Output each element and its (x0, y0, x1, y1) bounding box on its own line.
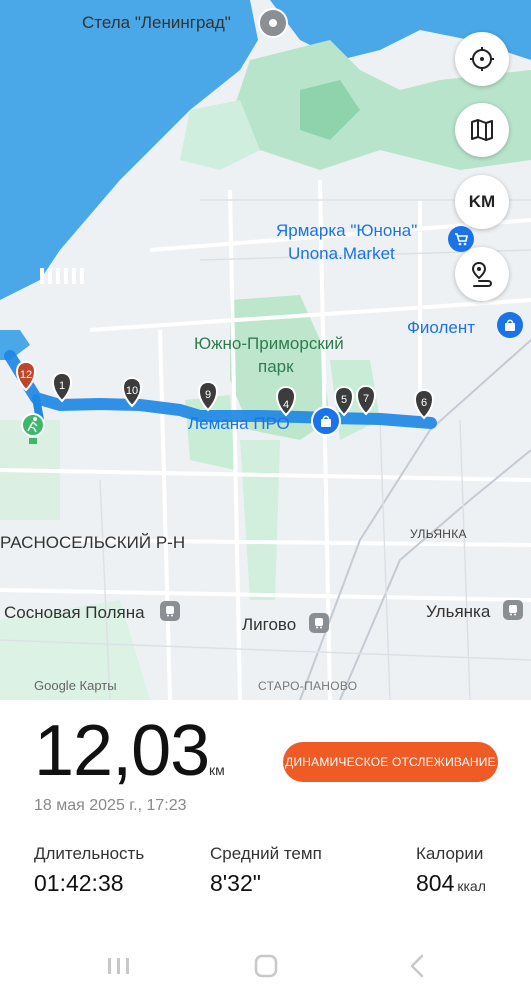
route-pin-icon (471, 261, 492, 287)
map-label-district: РАСНОСЕЛЬСКИЙ Р-Н (0, 533, 186, 552)
map-label-fiolent[interactable]: Фиолент (407, 318, 475, 338)
map-label-sosnovaya[interactable]: Сосновая Поляна (4, 603, 145, 623)
recent-apps-icon[interactable] (108, 958, 129, 974)
duration-label: Длительность (34, 844, 145, 863)
map-label-ulyanka[interactable]: Ульянка (426, 602, 490, 622)
train-icon[interactable] (160, 601, 180, 621)
landmark-pin-icon[interactable] (258, 8, 288, 38)
units-toggle-button[interactable]: KM (455, 175, 509, 229)
calories-unit: ккал (457, 878, 486, 894)
workout-datetime: 18 мая 2025 г., 17:23 (34, 797, 187, 814)
train-icon[interactable] (503, 600, 523, 620)
pace-label: Средний темп (210, 844, 322, 863)
map-label-unona[interactable]: Unona.Market (288, 244, 395, 264)
map-label-yarmarka[interactable]: Ярмарка "Юнона" (276, 221, 417, 241)
calories-value-group: 804 ккал (416, 870, 486, 897)
crosshair-icon (470, 47, 494, 71)
system-navigation-bar (0, 940, 531, 1000)
units-label: KM (468, 192, 496, 211)
map-label-ligovo[interactable]: Лигово (242, 615, 296, 635)
map-label-lemana[interactable]: Лемана ПРО (188, 414, 290, 434)
map-icon (471, 119, 493, 141)
map-label-stela: Стела "Ленинград" (82, 13, 231, 32)
map-view[interactable]: Стела "Ленинград" Ярмарка "Юнона" Unona.… (0, 0, 531, 701)
map-label-park: Южно-Приморский (194, 334, 344, 353)
train-icon[interactable] (309, 613, 329, 633)
map-label-staro-panovo: СТАРО-ПАНОВО (258, 679, 358, 693)
back-icon[interactable] (410, 954, 424, 978)
home-icon[interactable] (254, 954, 278, 978)
map-label-park-2: парк (258, 357, 294, 376)
dynamic-tracking-button[interactable]: ДИНАМИЧЕСКОЕ ОТСЛЕЖИВАНИЕ (283, 742, 498, 782)
distance-unit: км (209, 762, 225, 778)
pace-value: 8'32" (210, 870, 261, 896)
duration-value: 01:42:38 (34, 870, 124, 896)
shopping-bag-icon[interactable] (311, 406, 341, 436)
map-layers-button[interactable] (455, 103, 509, 157)
locate-button[interactable] (455, 32, 509, 86)
shopping-cart-icon[interactable] (448, 226, 474, 252)
distance-value: 12,03 (34, 711, 210, 791)
map-attribution: Google Карты (34, 678, 117, 693)
shopping-bag-icon[interactable] (497, 312, 523, 338)
calories-value: 804 (416, 870, 455, 896)
map-label-ulyanka-district: УЛЬЯНКА (410, 527, 467, 541)
calories-label: Калории (416, 844, 484, 863)
route-view-button[interactable] (455, 247, 509, 301)
